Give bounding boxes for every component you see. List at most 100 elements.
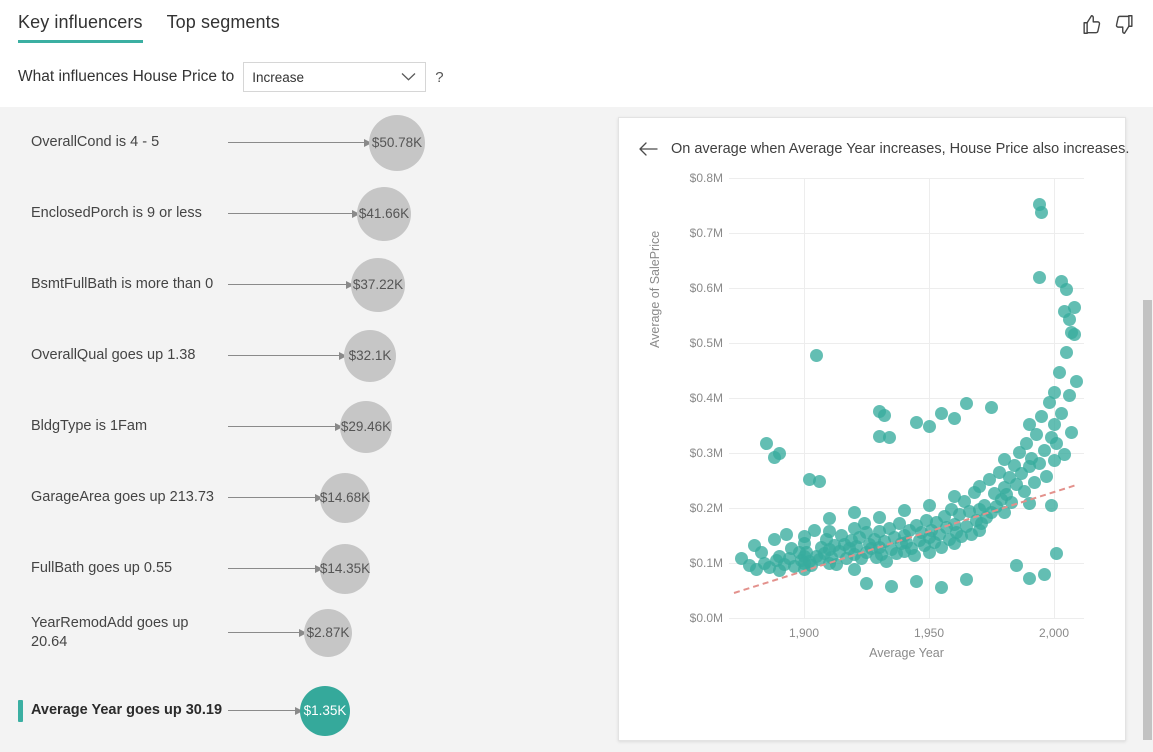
influencer-value-bubble[interactable]: $37.22K xyxy=(351,257,405,312)
influencer-row[interactable]: EnclosedPorch is 9 or less $41.66K xyxy=(0,178,600,249)
y-axis-tick-label: $0.4M xyxy=(689,391,723,405)
thumbs-down-icon[interactable] xyxy=(1114,14,1135,35)
scatter-point[interactable] xyxy=(922,498,936,512)
scatter-point[interactable] xyxy=(860,577,873,591)
scatter-point[interactable] xyxy=(877,409,891,423)
question-prefix-label: What influences House Price to xyxy=(18,68,235,85)
influencer-row[interactable]: YearRemodAdd goes up 20.64 $2.87K xyxy=(0,597,600,668)
scatter-point[interactable] xyxy=(885,579,898,593)
scatter-point[interactable] xyxy=(767,533,781,547)
scatter-point[interactable] xyxy=(812,475,826,489)
scatter-point[interactable] xyxy=(1050,546,1063,560)
influencer-value-bubble[interactable]: $41.66K xyxy=(357,186,411,241)
influencer-list: OverallCond is 4 - 5 $50.78K EnclosedPorch… xyxy=(0,107,600,752)
scatter-point[interactable] xyxy=(1037,443,1051,457)
influencer-value-bubble[interactable]: $1.35K xyxy=(300,685,350,736)
scatter-point[interactable] xyxy=(1035,410,1048,424)
scatter-point[interactable] xyxy=(810,348,823,362)
scatter-point[interactable] xyxy=(1017,485,1031,498)
scatter-point[interactable] xyxy=(1065,325,1078,339)
scatter-point[interactable] xyxy=(1070,375,1083,388)
scatter-point[interactable] xyxy=(1060,282,1073,296)
scatter-chart: Average of SalePrice $0.0M $0.1M $0.2M $0.3… xyxy=(619,171,1125,738)
scatter-point[interactable] xyxy=(1062,388,1076,402)
scatter-point[interactable] xyxy=(847,505,861,519)
scatter-point[interactable] xyxy=(960,573,973,586)
influence-direction-dropdown[interactable]: Increase xyxy=(243,62,427,92)
scatter-point[interactable] xyxy=(1040,469,1053,483)
influencer-row[interactable]: BsmtFullBath is more than 0 $37.22K xyxy=(0,249,600,320)
scatter-point[interactable] xyxy=(1065,425,1078,439)
scatter-point[interactable] xyxy=(1010,559,1023,573)
scatter-point[interactable] xyxy=(935,406,948,420)
influencer-row[interactable]: GarageArea goes up 213.73 $14.68K xyxy=(0,462,600,533)
scatter-point[interactable] xyxy=(907,549,921,563)
influencer-value-bubble[interactable]: $14.68K xyxy=(320,472,370,523)
scatter-point[interactable] xyxy=(822,511,836,525)
scatter-point[interactable] xyxy=(910,575,923,589)
scatter-point[interactable] xyxy=(882,431,896,445)
detail-card: On average when Average Year increases, … xyxy=(618,117,1129,741)
influencer-value-bubble[interactable]: $2.87K xyxy=(304,608,352,657)
influencer-row[interactable]: FullBath goes up 0.55 $14.35K xyxy=(0,533,600,604)
scatter-point[interactable] xyxy=(1030,428,1043,442)
scatter-point[interactable] xyxy=(960,397,973,410)
detail-header: On average when Average Year increases, … xyxy=(639,141,1129,157)
gridline-horizontal xyxy=(729,288,1084,289)
scatter-point[interactable] xyxy=(947,412,961,426)
influencer-value-bubble[interactable]: $32.1K xyxy=(344,329,396,382)
scatter-point[interactable] xyxy=(872,510,886,524)
scatter-point[interactable] xyxy=(760,436,773,450)
scatter-point[interactable] xyxy=(1052,365,1066,379)
influencer-row[interactable]: Average Year goes up 30.19 $1.35K xyxy=(0,675,600,746)
scatter-point[interactable] xyxy=(1047,417,1061,431)
scatter-point[interactable] xyxy=(985,401,998,415)
scatter-point[interactable] xyxy=(1037,567,1051,581)
scatter-point[interactable] xyxy=(922,420,936,434)
gridline-horizontal xyxy=(729,398,1084,399)
y-axis-tick-label: $0.5M xyxy=(689,336,723,350)
tab-top-segments[interactable]: Top segments xyxy=(167,12,280,40)
scatter-point[interactable] xyxy=(1055,406,1068,420)
scrollbar-thumb[interactable] xyxy=(1143,300,1152,740)
thumbs-up-icon[interactable] xyxy=(1081,14,1102,35)
scrollbar-track[interactable] xyxy=(1142,107,1153,752)
scatter-point[interactable] xyxy=(1032,270,1046,284)
influencer-row[interactable]: BldgType is 1Fam $29.46K xyxy=(0,391,600,462)
influencer-row[interactable]: OverallQual goes up 1.38 $32.1K xyxy=(0,320,600,391)
scatter-point[interactable] xyxy=(807,523,821,537)
influencer-row[interactable]: OverallCond is 4 - 5 $50.78K xyxy=(0,107,600,178)
detail-title: On average when Average Year increases, … xyxy=(671,141,1130,157)
influencer-label: BldgType is 1Fam xyxy=(31,418,148,434)
scatter-point[interactable] xyxy=(897,503,911,517)
scatter-point[interactable] xyxy=(1047,386,1061,399)
scatter-point[interactable] xyxy=(847,563,861,577)
x-axis-title: Average Year xyxy=(869,646,944,660)
content-area: OverallCond is 4 - 5 $50.78K EnclosedPorch… xyxy=(0,107,1153,752)
influencer-value-bubble[interactable]: $29.46K xyxy=(340,400,392,453)
tab-key-influencers[interactable]: Key influencers xyxy=(18,12,143,43)
gridline-horizontal xyxy=(729,233,1084,234)
y-axis-tick-label: $0.1M xyxy=(689,556,723,570)
scatter-point[interactable] xyxy=(1027,476,1041,490)
influencer-arrow xyxy=(228,209,360,219)
scatter-point[interactable] xyxy=(935,581,948,595)
scatter-point[interactable] xyxy=(1022,571,1036,585)
scatter-point[interactable] xyxy=(780,528,793,542)
scatter-point[interactable] xyxy=(1035,205,1048,219)
x-axis-tick-label: 1,950 xyxy=(913,626,945,640)
scatter-point[interactable] xyxy=(1032,456,1046,470)
influencer-value-bubble[interactable]: $50.78K xyxy=(369,114,425,171)
scatter-point[interactable] xyxy=(1060,346,1073,360)
chevron-down-icon xyxy=(401,73,416,82)
help-icon[interactable]: ? xyxy=(435,69,443,86)
scatter-point[interactable] xyxy=(910,416,923,430)
y-axis-tick-label: $0.3M xyxy=(689,446,723,460)
back-arrow-icon[interactable] xyxy=(639,142,658,156)
scatter-point[interactable] xyxy=(1045,498,1058,512)
scatter-point[interactable] xyxy=(772,446,786,460)
scatter-point[interactable] xyxy=(822,525,836,539)
scatter-point[interactable] xyxy=(1057,447,1071,461)
influencer-value-bubble[interactable]: $14.35K xyxy=(320,543,370,594)
scatter-point[interactable] xyxy=(1057,304,1071,318)
